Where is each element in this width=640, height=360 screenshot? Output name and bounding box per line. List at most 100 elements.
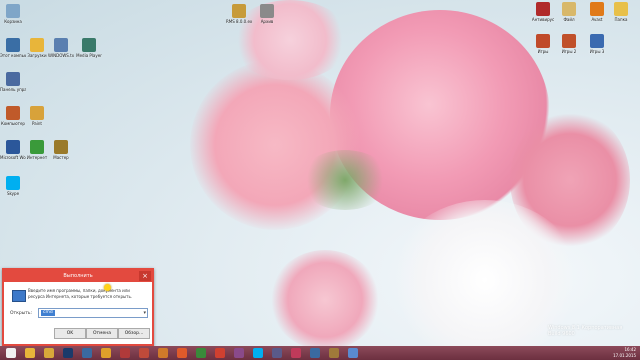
start-icon[interactable] [6, 348, 16, 358]
computer-tools-icon [6, 106, 20, 120]
internet-icon [30, 140, 44, 154]
app-icon[interactable] [329, 348, 339, 358]
desktop-icon[interactable]: Media Player [76, 38, 102, 58]
clock-date: 17.01.2015 [613, 353, 636, 358]
desktop-icon[interactable]: Загрузки [24, 38, 50, 58]
desktop-icon-label: Компьютер [1, 121, 25, 126]
app-icon[interactable] [139, 348, 149, 358]
antivirus-icon [536, 2, 550, 16]
desktop-icon-label: Антивирус [531, 17, 555, 22]
run-dialog: Выполнить × Введите имя программы, папки… [2, 268, 154, 346]
desktop-icon[interactable]: Архив [254, 4, 280, 24]
skype-icon[interactable] [253, 348, 263, 358]
desktop-icon[interactable]: Корзина [0, 4, 26, 24]
app-icon[interactable] [234, 348, 244, 358]
run-icon[interactable] [348, 348, 358, 358]
desktop-icon-label: Media Player [76, 53, 102, 58]
skype-icon [6, 176, 20, 190]
desktop-icon-label: Загрузки [27, 53, 47, 58]
desktop-icon-label: Этот компьютер [0, 53, 26, 58]
desktop-icon[interactable]: Skype [0, 176, 26, 196]
desktop-icon[interactable]: WINDOWS.txt [48, 38, 74, 58]
desktop-icon-label: Avast [591, 17, 603, 22]
games-icon [562, 34, 576, 48]
desktop-icon-label: Папка [614, 17, 628, 22]
ok-button[interactable]: OK [54, 328, 86, 339]
mouse-cursor [104, 284, 111, 291]
desktop-icon[interactable]: Paint [24, 106, 50, 126]
desktop-icon[interactable]: Игры 3 [584, 34, 610, 54]
folder-icon [30, 38, 44, 52]
desktop-icon[interactable]: Игры 2 [556, 34, 582, 54]
app-icon[interactable] [196, 348, 206, 358]
run-dialog-titlebar[interactable]: Выполнить × [4, 270, 152, 282]
open-input-value[interactable]: cmd [41, 310, 55, 316]
desktop-icon-label: Архив [260, 19, 274, 24]
run-icon [12, 290, 26, 302]
app-icon[interactable] [272, 348, 282, 358]
close-button[interactable]: × [139, 271, 151, 281]
desktop-icon[interactable]: Игры [530, 34, 556, 54]
app-icon[interactable] [177, 348, 187, 358]
desktop-icon[interactable]: Интернет [24, 140, 50, 160]
taskbar-clock[interactable]: 16:42 17.01.2015 [613, 347, 636, 359]
desktop-icon-label: Файл [563, 17, 575, 22]
desktop-icon-label: RMS 8.0.0.exe [226, 19, 252, 24]
rose-bud [270, 250, 380, 346]
app-icon[interactable] [101, 348, 111, 358]
desktop-icon[interactable]: Панель управления [0, 72, 26, 92]
archive-icon [260, 4, 274, 18]
computer-icon [6, 38, 20, 52]
desktop-icon-label: Игры 2 [561, 49, 577, 54]
desktop-icon-label: Skype [6, 191, 20, 196]
paint-icon [30, 106, 44, 120]
browse-button[interactable]: Обзор... [118, 328, 150, 339]
desktop-icon-label: Игры 3 [589, 49, 605, 54]
desktop-icon[interactable]: Папка [608, 2, 634, 22]
desktop-icon-label: Microsoft Word 2010 [0, 155, 26, 160]
control-panel-icon [6, 72, 20, 86]
text-file-icon [54, 38, 68, 52]
chevron-down-icon[interactable]: ▾ [143, 309, 146, 317]
games-icon [590, 34, 604, 48]
folder-icon[interactable] [44, 348, 54, 358]
recycle-bin-icon [6, 4, 20, 18]
file-icon [562, 2, 576, 16]
desktop-icon[interactable]: Файл [556, 2, 582, 22]
desktop-icon[interactable]: Компьютер [0, 106, 26, 126]
explorer-icon[interactable] [25, 348, 35, 358]
desktop-icon[interactable]: Microsoft Word 2010 [0, 140, 26, 160]
chrome-icon[interactable] [215, 348, 225, 358]
desktop-icon-label: WINDOWS.txt [48, 53, 74, 58]
close-icon: × [142, 272, 148, 280]
photoshop-icon[interactable] [63, 348, 73, 358]
desktop-icon-label: Панель управления [0, 87, 26, 92]
desktop-icon[interactable]: Антивирус [530, 2, 556, 22]
windows-watermark: Windows 8.1 Корпоративная Build 9600 [548, 325, 622, 337]
app-icon[interactable] [120, 348, 130, 358]
word-icon [6, 140, 20, 154]
desktop-icon[interactable]: Avast [584, 2, 610, 22]
app-icon[interactable] [158, 348, 168, 358]
app-icon[interactable] [82, 348, 92, 358]
run-dialog-description: Введите имя программы, папки, документа … [28, 288, 133, 299]
media-player-icon [82, 38, 96, 52]
app-icon[interactable] [310, 348, 320, 358]
desktop-icon[interactable]: RMS 8.0.0.exe [226, 4, 252, 24]
desktop-icon-label: Интернет [26, 155, 48, 160]
leaves [300, 150, 390, 210]
wizard-icon [54, 140, 68, 154]
desktop-icon-label: Мастер [53, 155, 69, 160]
desktop-icon-label: Корзина [4, 19, 22, 24]
open-input[interactable]: cmd ▾ [38, 308, 148, 318]
folder-icon [614, 2, 628, 16]
desktop-icon[interactable]: Мастер [48, 140, 74, 160]
app-icon[interactable] [291, 348, 301, 358]
watermark-build: Build 9600 [548, 331, 575, 337]
open-label: Открыть: [10, 311, 33, 316]
taskbar: 16:42 17.01.2015 [0, 346, 640, 360]
desktop-icon[interactable]: Этот компьютер [0, 38, 26, 58]
cancel-button[interactable]: Отмена [86, 328, 118, 339]
run-dialog-title: Выполнить [63, 273, 93, 279]
games-icon [536, 34, 550, 48]
